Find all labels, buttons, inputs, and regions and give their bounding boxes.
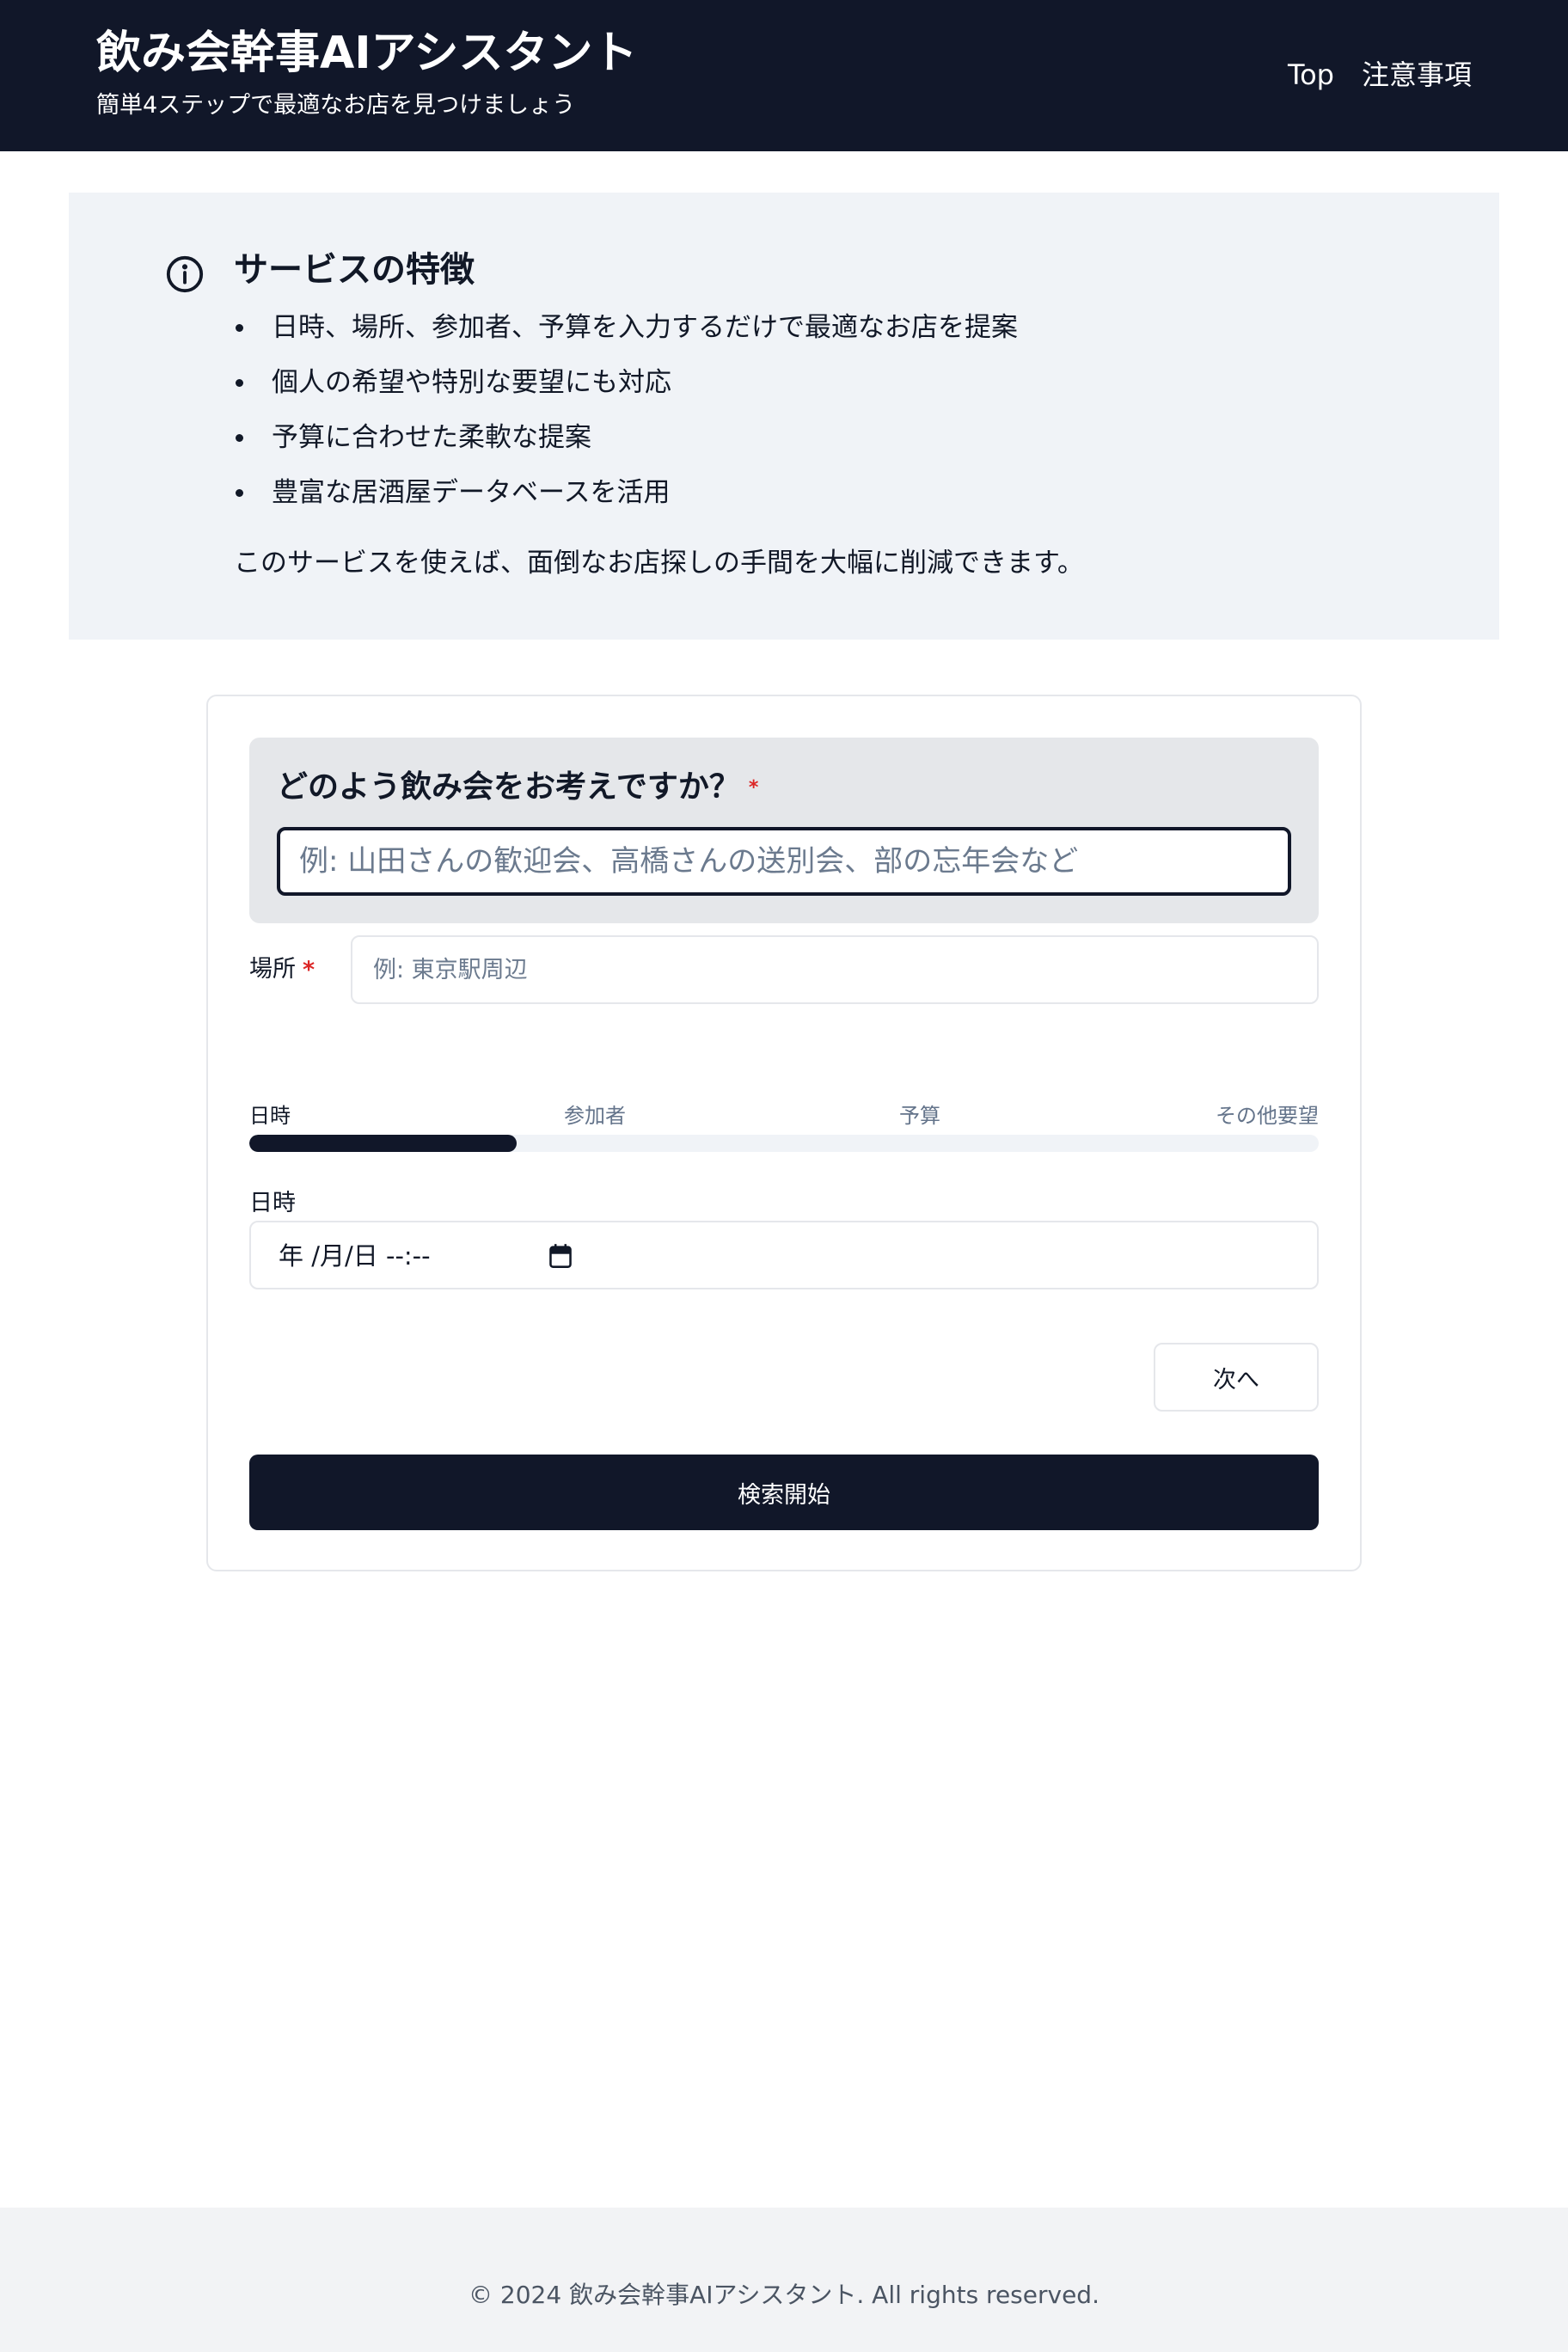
feature-item: 豊富な居酒屋データベースを活用 bbox=[234, 473, 1018, 528]
features-title: サービスの特徴 bbox=[234, 250, 475, 290]
location-label-text: 場所 bbox=[249, 956, 296, 983]
top-nav: Top 注意事項 bbox=[1288, 55, 1472, 95]
page-footer: © 2024 飲み会幹事AIアシスタント. All rights reserve… bbox=[0, 2208, 1568, 2352]
step-indicator: 日時 参加者 予算 その他要望 bbox=[249, 1100, 1319, 1131]
app-title: 飲み会幹事AIアシスタント bbox=[96, 28, 638, 79]
nav-link-notes[interactable]: 注意事項 bbox=[1362, 55, 1472, 95]
service-features-panel: サービスの特徴 日時、場所、参加者、予算を入力するだけで最適なお店を提案 個人の… bbox=[69, 193, 1499, 640]
location-input[interactable] bbox=[351, 935, 1319, 1004]
step-progress-bar bbox=[249, 1135, 1319, 1152]
next-button[interactable]: 次へ bbox=[1154, 1343, 1319, 1412]
step-label-budget: 予算 bbox=[899, 1104, 940, 1128]
datetime-input[interactable]: 年 /月/日 --:-- bbox=[249, 1221, 1319, 1289]
party-type-section: どのよう飲み会をお考えですか？ * bbox=[249, 738, 1319, 923]
feature-item: 予算に合わせた柔軟な提案 bbox=[234, 418, 1018, 473]
nav-link-top[interactable]: Top bbox=[1288, 55, 1334, 95]
page: 飲み会幹事AIアシスタント 簡単4ステップで最適なお店を見つけましょう Top … bbox=[0, 0, 1568, 2352]
required-mark: * bbox=[748, 777, 759, 799]
feature-item: 個人の希望や特別な要望にも対応 bbox=[234, 363, 1018, 418]
app-subtitle: 簡単4ステップで最適なお店を見つけましょう bbox=[96, 92, 576, 119]
datetime-input-value: 年 /月/日 --:-- bbox=[279, 1241, 431, 1271]
party-type-input[interactable] bbox=[277, 827, 1291, 896]
copyright-text: © 2024 飲み会幹事AIアシスタント. All rights reserve… bbox=[469, 2281, 1099, 2309]
info-icon bbox=[166, 255, 204, 293]
datetime-label: 日時 bbox=[249, 1190, 296, 1216]
step-label-other-requests: その他要望 bbox=[1216, 1104, 1319, 1128]
app-header: 飲み会幹事AIアシスタント 簡単4ステップで最適なお店を見つけましょう Top … bbox=[0, 0, 1568, 151]
step-label-datetime: 日時 bbox=[249, 1104, 291, 1128]
calendar-icon[interactable] bbox=[548, 1243, 573, 1269]
features-list: 日時、場所、参加者、予算を入力するだけで最適なお店を提案 個人の希望や特別な要望… bbox=[234, 308, 1018, 528]
party-type-label: どのよう飲み会をお考えですか？ * bbox=[277, 765, 758, 811]
step-label-participants: 参加者 bbox=[564, 1104, 626, 1128]
feature-item: 日時、場所、参加者、予算を入力するだけで最適なお店を提案 bbox=[234, 308, 1018, 363]
search-form-card: どのよう飲み会をお考えですか？ * 場所 * 日時 参加者 予算 その他要望 日時 … bbox=[206, 695, 1362, 1571]
location-label: 場所 * bbox=[249, 952, 315, 988]
features-note: このサービスを使えば、面倒なお店探しの手間を大幅に削減できます。 bbox=[234, 548, 1084, 579]
search-start-button[interactable]: 検索開始 bbox=[249, 1455, 1319, 1530]
required-mark: * bbox=[303, 956, 315, 983]
step-progress-fill bbox=[249, 1135, 517, 1152]
party-type-label-text: どのよう飲み会をお考えですか？ bbox=[277, 769, 740, 805]
